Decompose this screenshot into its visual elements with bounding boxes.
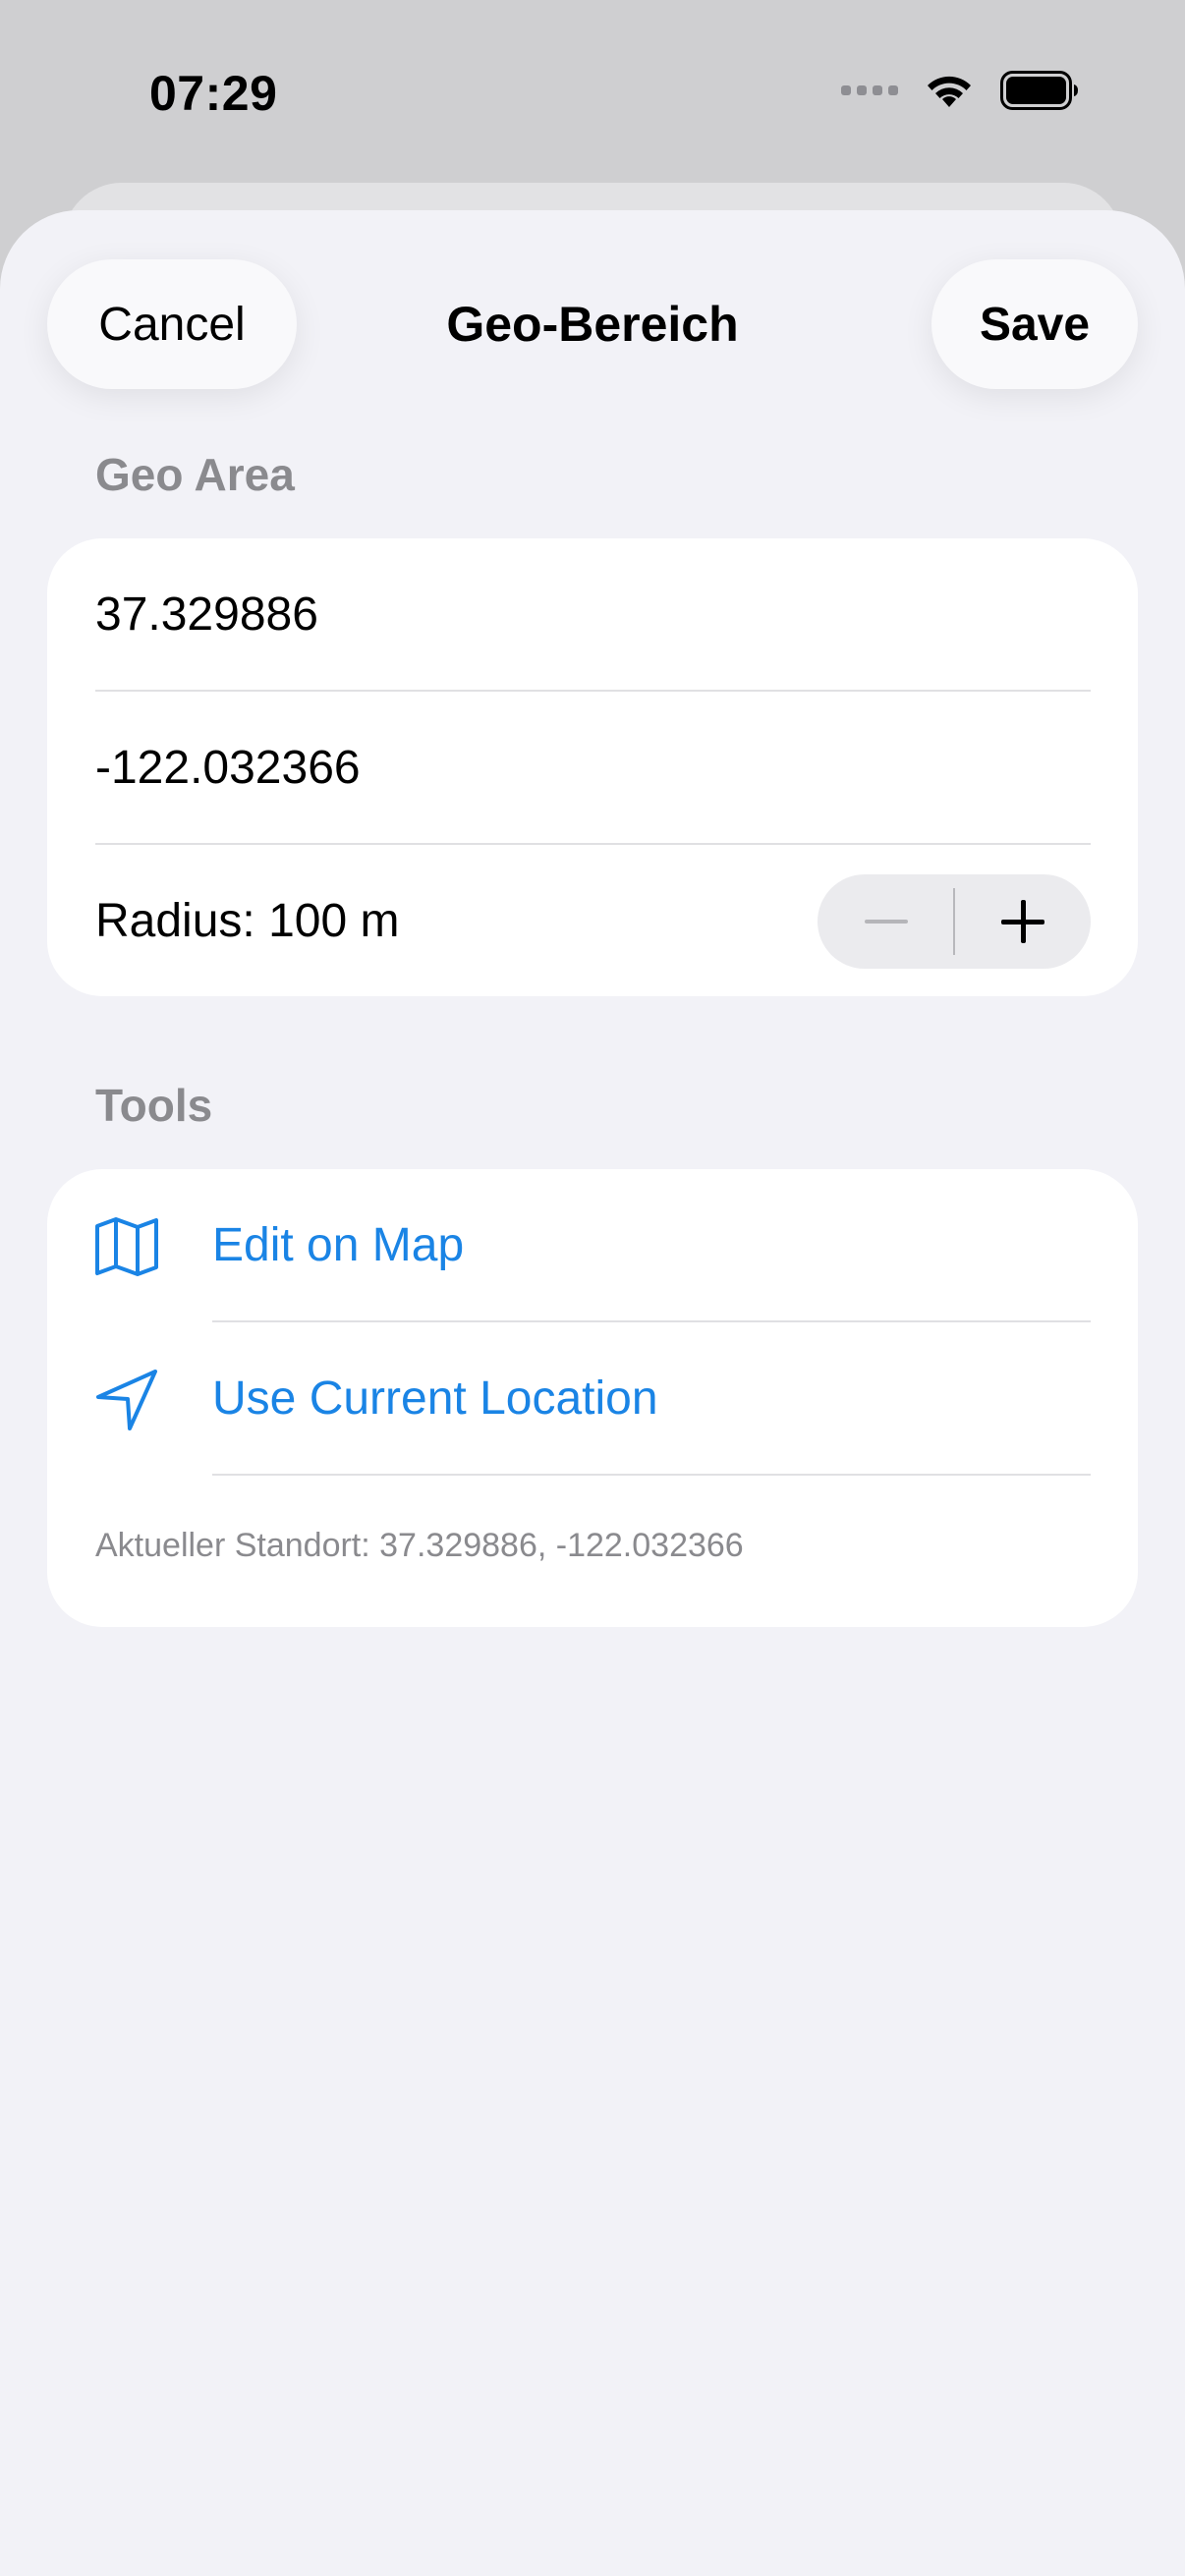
minus-icon	[864, 919, 908, 924]
cancel-button[interactable]: Cancel	[47, 259, 297, 389]
latitude-field[interactable]: 37.329886	[47, 538, 1138, 691]
status-icons	[841, 71, 1079, 110]
edit-on-map-button[interactable]: Edit on Map	[47, 1169, 1138, 1321]
geo-area-card: 37.329886 -122.032366 Radius: 100 m	[47, 538, 1138, 996]
location-arrow-icon	[96, 1370, 157, 1430]
save-button[interactable]: Save	[931, 259, 1138, 389]
tools-section-header: Tools	[95, 1080, 213, 1131]
geo-area-sheet: Cancel Geo-Bereich Save Geo Area 37.3298…	[0, 210, 1185, 2576]
stepper-divider	[953, 887, 955, 955]
battery-icon	[1000, 71, 1078, 110]
radius-label: Radius: 100 m	[95, 895, 400, 947]
use-current-location-label: Use Current Location	[212, 1372, 658, 1425]
map-icon	[95, 1217, 158, 1276]
cellular-signal-icon	[841, 85, 898, 95]
longitude-field[interactable]: -122.032366	[47, 692, 1138, 844]
divider	[212, 1474, 1091, 1476]
latitude-value: 37.329886	[95, 588, 318, 641]
screen: 07:29 Cancel Geo-Bereich Save Geo Area 3…	[0, 0, 1185, 2576]
current-location-note: Aktueller Standort: 37.329886, -122.0323…	[95, 1527, 744, 1564]
plus-icon	[1000, 899, 1044, 943]
decrement-button[interactable]	[818, 874, 954, 969]
radius-row: Radius: 100 m	[47, 845, 1138, 996]
geo-area-section-header: Geo Area	[95, 449, 295, 500]
edit-on-map-label: Edit on Map	[212, 1219, 465, 1271]
tools-card: Edit on Map Use Current Location Aktuell…	[47, 1169, 1138, 1627]
status-time: 07:29	[149, 66, 278, 121]
wifi-icon	[928, 76, 971, 107]
use-current-location-button[interactable]: Use Current Location	[47, 1322, 1138, 1475]
radius-stepper[interactable]	[818, 873, 1091, 969]
increment-button[interactable]	[954, 874, 1091, 969]
longitude-value: -122.032366	[95, 742, 361, 794]
